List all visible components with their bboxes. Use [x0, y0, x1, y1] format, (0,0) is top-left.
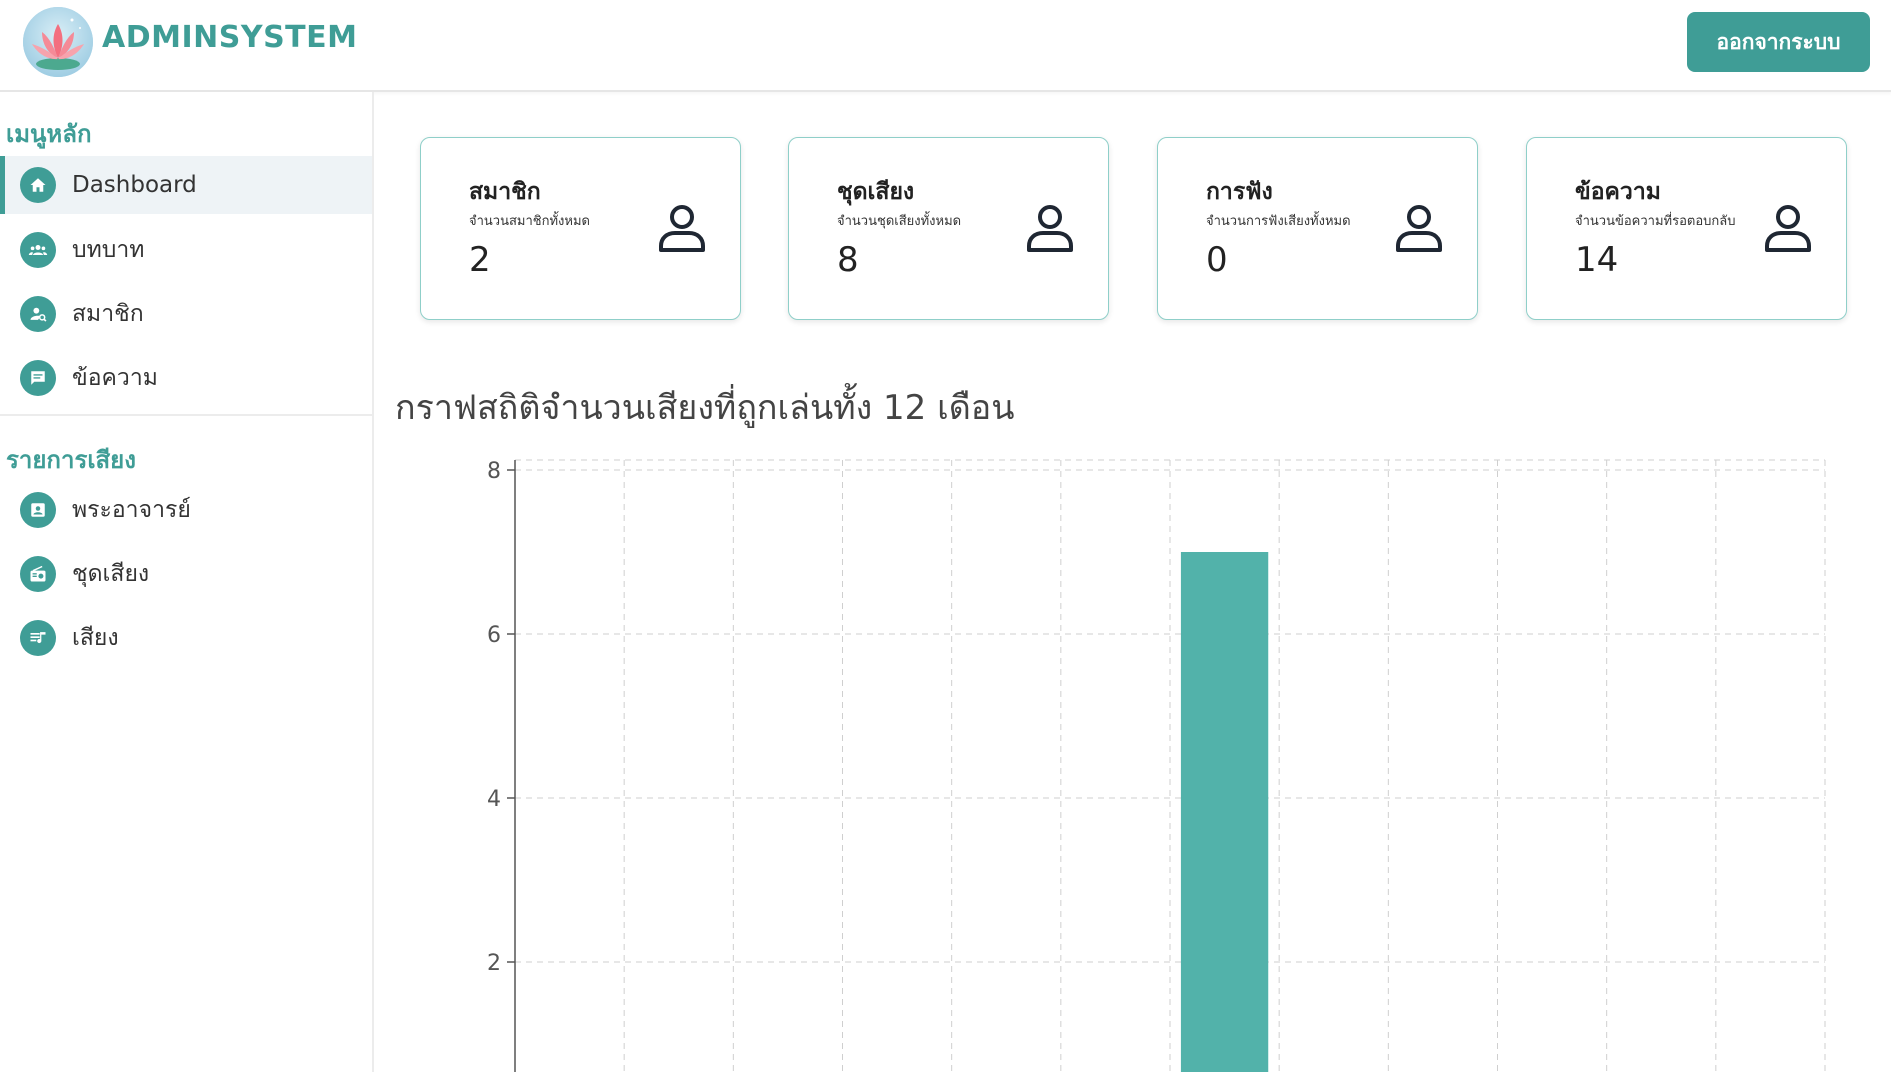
chart-title: กราฟสถิติจำนวนเสียงที่ถูกเล่นทั้ง 12 เดื… [395, 388, 1015, 428]
sidebar-item-members[interactable]: สมาชิก [0, 285, 372, 343]
card-subtitle: จำนวนข้อความที่รอตอบกลับ [1575, 214, 1736, 229]
card-value: 14 [1575, 240, 1619, 280]
card-value: 2 [469, 240, 491, 280]
y-tick-label: 4 [487, 787, 501, 812]
card-value: 0 [1206, 240, 1228, 280]
sidebar-item-teachers[interactable]: พระอาจารย์ [0, 481, 372, 539]
sidebar-divider [0, 414, 372, 416]
brand-name: ADMINSYSTEM [102, 20, 358, 55]
bar-chart: 2 4 6 8 [487, 459, 1826, 1072]
lotus-logo-icon [23, 7, 93, 77]
sidebar-item-messages[interactable]: ข้อความ [0, 349, 372, 407]
sidebar-item-dashboard[interactable]: Dashboard [0, 156, 372, 214]
card-subtitle: จำนวนสมาชิกทั้งหมด [469, 214, 590, 229]
sidebar-item-roles[interactable]: บทบาท [0, 221, 372, 279]
contact-card-icon [20, 492, 56, 528]
stat-card-messages: ข้อความ จำนวนข้อความที่รอตอบกลับ 14 [1526, 137, 1847, 320]
top-header: ADMINSYSTEM ออกจากระบบ [0, 0, 1891, 92]
sidebar-item-audio-sets[interactable]: ชุดเสียง [0, 545, 372, 603]
message-icon [20, 360, 56, 396]
logout-button[interactable]: ออกจากระบบ [1687, 12, 1870, 72]
sidebar-item-label: พระอาจารย์ [72, 497, 191, 523]
stat-card-members: สมาชิก จำนวนสมาชิกทั้งหมด 2 [420, 137, 741, 320]
home-icon [20, 167, 56, 203]
card-subtitle: จำนวนชุดเสียงทั้งหมด [837, 214, 962, 229]
card-title: ชุดเสียง [837, 179, 915, 205]
sidebar: เมนูหลัก Dashboard บทบาท สมาชิก ข้อความ … [0, 92, 374, 1072]
sidebar-item-label: ชุดเสียง [72, 561, 150, 587]
user-icon [1027, 205, 1073, 252]
card-title: สมาชิก [469, 179, 541, 205]
member-search-icon [20, 296, 56, 332]
sidebar-item-label: เสียง [72, 625, 119, 651]
chart-bar [1180, 552, 1269, 1072]
y-tick-label: 2 [487, 951, 501, 976]
card-subtitle: จำนวนการฟังเสียงทั้งหมด [1206, 214, 1351, 229]
sidebar-item-audio[interactable]: เสียง [0, 609, 372, 667]
stat-card-audio-sets: ชุดเสียง จำนวนชุดเสียงทั้งหมด 8 [788, 137, 1109, 320]
card-value: 8 [837, 240, 859, 280]
radio-icon [20, 556, 56, 592]
y-tick-label: 6 [487, 623, 501, 648]
y-tick-label: 8 [487, 459, 501, 484]
stat-card-listens: การฟัง จำนวนการฟังเสียงทั้งหมด 0 [1157, 137, 1478, 320]
sidebar-item-label: สมาชิก [72, 301, 144, 327]
sidebar-item-label: Dashboard [72, 172, 197, 198]
playlist-icon [20, 620, 56, 656]
card-title: ข้อความ [1575, 179, 1661, 205]
user-icon [659, 205, 705, 252]
user-icon [1765, 205, 1811, 252]
sidebar-item-label: ข้อความ [72, 365, 158, 391]
sidebar-item-label: บทบาท [72, 237, 145, 263]
user-icon [1396, 205, 1442, 252]
card-title: การฟัง [1206, 179, 1273, 205]
audio-list-title: รายการเสียง [6, 446, 136, 474]
main-menu-title: เมนูหลัก [6, 120, 92, 148]
group-icon [20, 232, 56, 268]
